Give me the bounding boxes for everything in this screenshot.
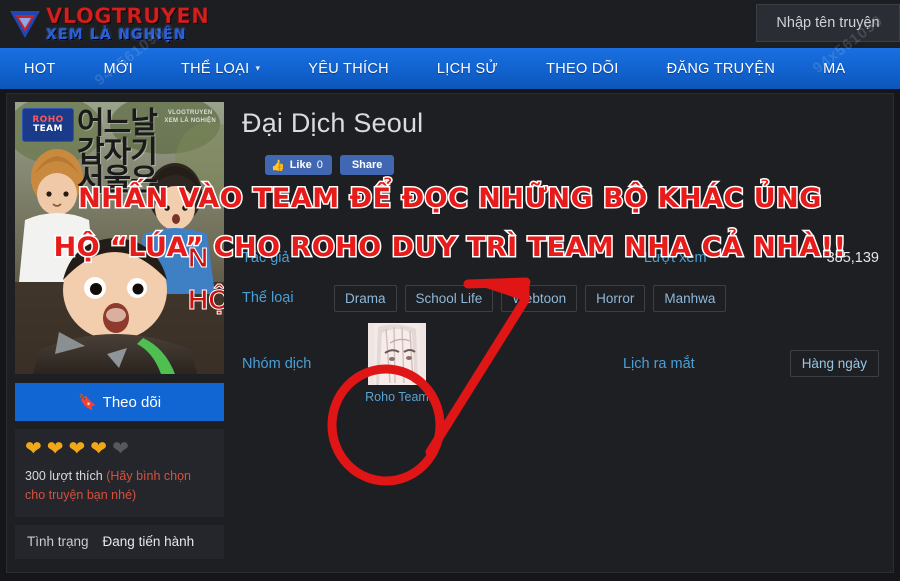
nav-item-lich-su[interactable]: LỊCH SỬ <box>413 48 522 89</box>
facebook-like-button[interactable]: 👍 Like 0 <box>265 155 332 175</box>
views-value: 385,139 <box>826 250 879 266</box>
nav-label: ĐĂNG TRUYỆN <box>666 60 776 77</box>
chevron-down-icon: ▾ <box>255 63 261 73</box>
meta-row-author: Tác giả Lượt xem 385,139 <box>242 243 879 273</box>
nav-label: LỊCH SỬ <box>436 60 499 77</box>
rating-box: ❤ ❤ ❤ ❤ ❤ 300 lượt thích (Hãy bình chọn … <box>15 429 224 517</box>
translator-team[interactable]: Roho Team <box>360 323 434 404</box>
nav-label: THỂ LOẠI <box>180 60 250 77</box>
status-box: Tình trạng Đang tiến hành <box>15 524 224 559</box>
social-buttons: 👍 Like 0 Share <box>265 155 879 175</box>
team-avatar[interactable] <box>368 323 426 385</box>
genre-tag[interactable]: Drama <box>334 284 397 312</box>
genre-tag[interactable]: School Life <box>404 284 494 312</box>
nav-label: HOT <box>24 60 56 77</box>
meta-row-team: Nhóm dịch Roho Team Lịch ra mắt Hàng ngà… <box>242 323 879 404</box>
like-label: Like <box>289 159 312 171</box>
nav-label: YÊU THÍCH <box>308 60 389 77</box>
metadata-block: Tác giả Lượt xem 385,139 Thể loại Drama … <box>242 243 879 404</box>
like-count-text: 300 lượt thích <box>25 469 103 483</box>
nav-item-theo-doi[interactable]: THEO DÕI <box>522 48 643 89</box>
page-title: Đại Dịch Seoul <box>242 108 424 138</box>
cover-image[interactable]: ROHO TEAM 어느날 갑자기 서울은 VLOGTRUYEN XEM LÀ NG… <box>15 102 224 374</box>
status-label: Tình trạng <box>27 534 89 550</box>
heart-icon-1[interactable]: ❤ <box>25 439 42 459</box>
like-count: 0 <box>316 159 323 171</box>
facebook-share-button[interactable]: Share <box>339 155 395 175</box>
nav-item-dang-truyen[interactable]: ĐĂNG TRUYỆN <box>643 48 800 89</box>
genre-tag-list: Drama School Life Webtoon Horror Manhwa <box>334 284 727 312</box>
thumbs-up-icon: 👍 <box>271 159 285 172</box>
team-label: Nhóm dịch <box>242 355 312 372</box>
heart-icon-2[interactable]: ❤ <box>47 439 64 459</box>
genre-tag[interactable]: Webtoon <box>501 284 578 312</box>
logo-main-text: VLOGTRUYEN <box>46 4 210 28</box>
cover-red-text: N HỘ <box>188 242 225 316</box>
heart-icon-3[interactable]: ❤ <box>69 439 86 459</box>
author-label: Tác giả <box>242 250 290 266</box>
nav-label: THEO DÕI <box>546 60 619 77</box>
left-column: ROHO TEAM 어느날 갑자기 서울은 VLOGTRUYEN XEM LÀ NG… <box>15 102 224 559</box>
nav-item-the-loai[interactable]: THỂ LOẠI ▾ <box>157 48 284 89</box>
page-root: VLOGTRUYEN XEM LÀ NGHIỆN HOT MỚI THỂ LOẠ… <box>0 0 900 581</box>
logo-triangle-icon <box>8 8 42 40</box>
nav-item-hot[interactable]: HOT <box>0 48 80 89</box>
genre-tag[interactable]: Horror <box>585 284 646 312</box>
follow-button-label: Theo dõi <box>102 393 162 411</box>
cover-team-badge: ROHO TEAM <box>22 108 74 142</box>
nav-item-yeu-thich[interactable]: YÊU THÍCH <box>284 48 413 89</box>
follow-button[interactable]: 🔖 Theo dõi <box>15 383 224 421</box>
genre-tag[interactable]: Manhwa <box>653 284 727 312</box>
status-value: Đang tiến hành <box>102 534 195 550</box>
genre-label: Thể loại <box>242 290 294 306</box>
meta-row-genres: Thể loại Drama School Life Webtoon Horro… <box>242 283 879 313</box>
schedule-label: Lịch ra mắt <box>622 355 695 372</box>
site-logo[interactable]: VLOGTRUYEN XEM LÀ NGHIỆN <box>0 4 210 43</box>
heart-icon-5[interactable]: ❤ <box>112 439 129 459</box>
cover-watermark: VLOGTRUYEN XEM LÀ NGHIỆN <box>164 110 216 124</box>
badge-line2: TEAM <box>33 124 63 134</box>
logo-sub-text: XEM LÀ NGHIỆN <box>46 27 187 43</box>
bookmark-icon: 🔖 <box>77 394 97 411</box>
cover-korean-title: 어느날 갑자기 서울은 <box>77 106 158 198</box>
like-summary: 300 lượt thích (Hãy bình chọn cho truyện… <box>25 467 214 506</box>
team-avatar-art <box>368 323 426 385</box>
share-label: Share <box>351 159 383 171</box>
heart-icon-4[interactable]: ❤ <box>90 439 107 459</box>
rating-hearts[interactable]: ❤ ❤ ❤ ❤ ❤ <box>25 439 214 459</box>
detail-panel: ROHO TEAM 어느날 갑자기 서울은 VLOGTRUYEN XEM LÀ NG… <box>6 93 894 573</box>
content-area: ROHO TEAM 어느날 갑자기 서울은 VLOGTRUYEN XEM LÀ NG… <box>0 89 900 581</box>
right-column: Đại Dịch Seoul 👍 Like 0 Share Tác giả Lư… <box>242 108 879 414</box>
views-label: Lượt xem <box>643 250 707 266</box>
schedule-badge[interactable]: Hàng ngày <box>789 350 879 377</box>
team-name[interactable]: Roho Team <box>365 390 429 404</box>
